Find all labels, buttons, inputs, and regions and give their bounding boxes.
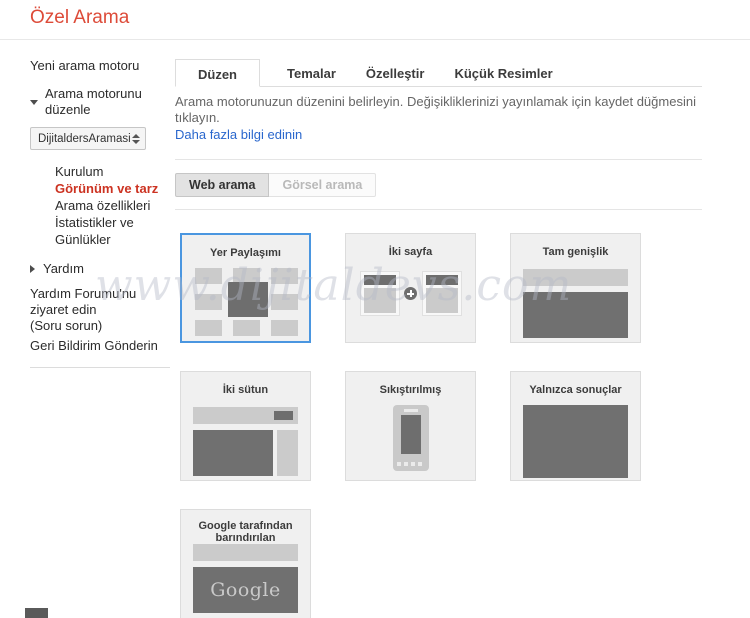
sidebar-item-help[interactable]: Yardım bbox=[30, 261, 175, 277]
divider bbox=[175, 159, 702, 160]
chevron-right-icon bbox=[30, 265, 35, 273]
layout-options-grid: Yer Paylaşımı İki sayfa Tam genişlik İki… bbox=[175, 233, 702, 618]
web-search-toggle[interactable]: Web arama bbox=[175, 173, 270, 197]
google-logo: Google bbox=[210, 579, 281, 601]
layout-card-full-width[interactable]: Tam genişlik bbox=[510, 233, 641, 343]
sidebar-item-statistics-logs[interactable]: İstatistikler ve Günlükler bbox=[55, 214, 175, 248]
layout-card-title: Yalnızca sonuçlar bbox=[529, 384, 622, 396]
layout-card-title: Tam genişlik bbox=[542, 246, 609, 258]
searchbox-shape bbox=[523, 269, 628, 286]
custom-search-settings-page: Özel Arama Yeni arama motoru Arama motor… bbox=[0, 0, 750, 618]
results-shape bbox=[523, 405, 628, 478]
sidebar-item-feedback[interactable]: Geri Bildirim Gönderin bbox=[30, 338, 175, 354]
learn-more-link[interactable]: Daha fazla bilgi edinin bbox=[175, 127, 302, 142]
search-button-shape bbox=[274, 411, 293, 420]
layout-card-title: Google tarafından barındırılan bbox=[198, 520, 293, 544]
cutoff-dark-square bbox=[25, 608, 48, 618]
layout-card-title: Sıkıştırılmış bbox=[379, 384, 442, 396]
layout-card-title: Yer Paylaşımı bbox=[210, 247, 281, 259]
tab-layout[interactable]: Düzen bbox=[175, 59, 260, 87]
sidebar: Yeni arama motoru Arama motorunu düzenle… bbox=[30, 55, 175, 368]
engine-section-list: Kurulum Görünüm ve tarz Arama özellikler… bbox=[55, 163, 175, 248]
chevron-down-icon bbox=[30, 99, 38, 105]
tab-thumbnails[interactable]: Küçük Resimler bbox=[439, 59, 567, 86]
engine-select[interactable]: DijitaldersAramasi2 bbox=[30, 127, 146, 150]
image-search-toggle[interactable]: Görsel arama bbox=[269, 173, 377, 197]
ask-question-label: (Soru sorun) bbox=[30, 318, 103, 333]
edit-engine-label: Arama motorunu düzenle bbox=[45, 86, 142, 117]
main-content: Düzen Temalar Özelleştir Küçük Resimler … bbox=[175, 59, 702, 618]
help-label: Yardım bbox=[43, 261, 84, 276]
overlay-popup-shape bbox=[228, 282, 268, 317]
searchbox-shape bbox=[193, 544, 298, 561]
side-column-shape bbox=[277, 430, 298, 476]
sidebar-item-setup[interactable]: Kurulum bbox=[55, 163, 175, 180]
layout-card-two-page[interactable]: İki sayfa bbox=[345, 233, 476, 343]
divider bbox=[175, 209, 702, 210]
page-header: Özel Arama bbox=[0, 0, 750, 40]
up-down-spinner-icon bbox=[132, 133, 140, 144]
sidebar-divider bbox=[30, 367, 170, 368]
layout-description: Arama motorunuzun düzenini belirleyin. D… bbox=[175, 94, 696, 125]
sidebar-item-edit-engine[interactable]: Arama motorunu düzenle bbox=[18, 86, 175, 118]
layout-card-compact[interactable]: Sıkıştırılmış bbox=[345, 371, 476, 481]
layout-card-results-only[interactable]: Yalnızca sonuçlar bbox=[510, 371, 641, 481]
sidebar-item-search-features[interactable]: Arama özellikleri bbox=[55, 197, 175, 214]
engine-select-value: DijitaldersAramasi2 bbox=[38, 132, 130, 145]
search-type-toggle: Web arama Görsel arama bbox=[175, 173, 702, 197]
layout-card-title: İki sayfa bbox=[388, 246, 433, 258]
tab-bar: Düzen Temalar Özelleştir Küçük Resimler bbox=[175, 59, 702, 87]
sidebar-item-help-forum[interactable]: Yardım Forumu'nu ziyaret edin (Soru soru… bbox=[30, 286, 175, 334]
results-shape bbox=[523, 292, 628, 338]
google-hosted-shape: Google bbox=[193, 567, 298, 613]
mobile-phone-icon bbox=[392, 405, 429, 471]
layout-card-overlay[interactable]: Yer Paylaşımı bbox=[180, 233, 311, 343]
searchbox-shape bbox=[193, 407, 298, 424]
layout-card-google-hosted[interactable]: Google tarafından barındırılan Google bbox=[180, 509, 311, 618]
layout-card-two-column[interactable]: İki sütun bbox=[180, 371, 311, 481]
tab-customize[interactable]: Özelleştir bbox=[351, 59, 440, 86]
page-title: Özel Arama bbox=[30, 7, 130, 28]
tab-themes[interactable]: Temalar bbox=[272, 59, 351, 86]
sidebar-item-new-engine[interactable]: Yeni arama motoru bbox=[30, 58, 175, 74]
sidebar-item-look-and-feel[interactable]: Görünüm ve tarz bbox=[55, 180, 175, 197]
plus-icon bbox=[403, 287, 417, 300]
layout-card-title: İki sütun bbox=[222, 384, 269, 396]
visit-forum-label: Yardım Forumu'nu ziyaret edin bbox=[30, 286, 137, 317]
results-shape bbox=[193, 430, 273, 476]
